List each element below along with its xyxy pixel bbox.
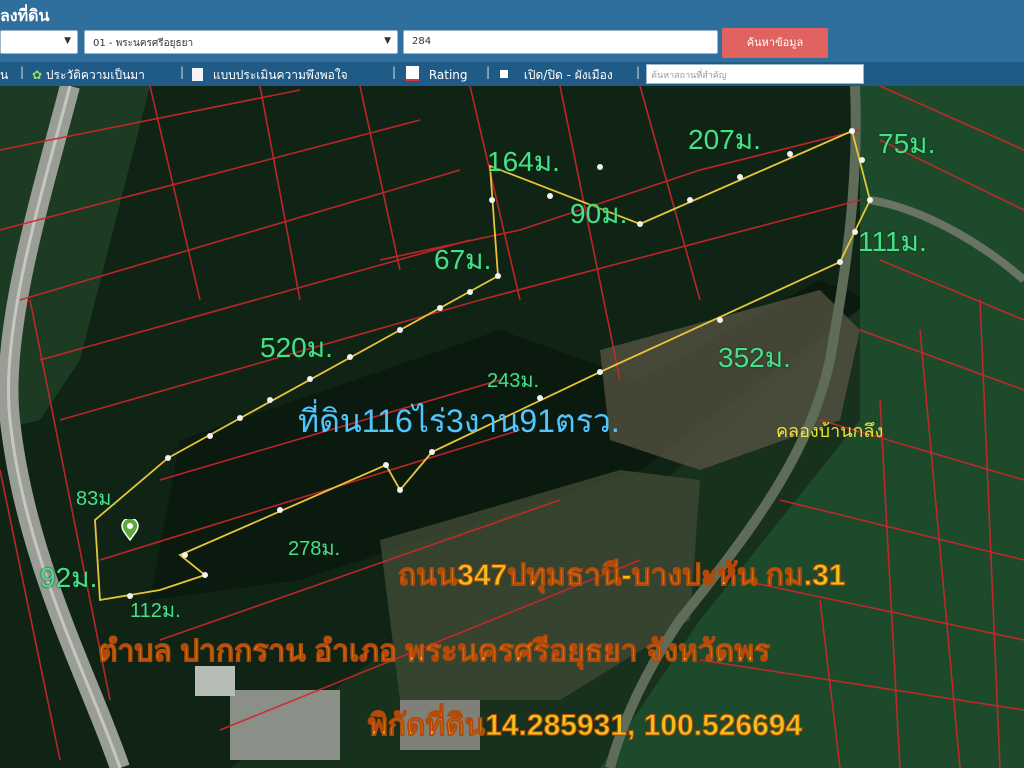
divider: |: [180, 65, 185, 79]
chart-icon: [406, 66, 419, 81]
distance-label: 278ม.: [288, 538, 341, 560]
divider: |: [486, 65, 491, 79]
app-header: ลงที่ดิน ▼ 01 - พระนครศรีอยุธยา ▼ 284 ค้…: [0, 0, 1024, 62]
location-pin-icon[interactable]: [121, 519, 139, 541]
distance-label: 352ม.: [718, 342, 791, 373]
toolbar-item-history-label: ประวัติความเป็นมา: [45, 68, 145, 82]
app-title: ลงที่ดิน: [0, 6, 50, 25]
toolbar-item-zoning-toggle[interactable]: เปิด/ปิด - ผังเมือง: [500, 66, 613, 85]
toolbar-item-rating-label: Rating: [428, 68, 468, 82]
road-label: ถนน347ปทุมธานี-บางปะหัน กม.31: [397, 559, 846, 593]
toolbar: น | ✿ ประวัติความเป็นมา | แบบประเมินความ…: [0, 62, 1024, 86]
landmark-search-placeholder: ค้นหาสถานที่สำคัญ: [651, 71, 727, 81]
chevron-down-icon: ▼: [384, 36, 391, 46]
coordinates-label: พิกัดที่ดิน14.285931, 100.526694: [367, 709, 803, 743]
canal-label: คลองบ้านกลึง: [776, 421, 884, 441]
toolbar-item-zoning-label: เปิด/ปิด - ผังเมือง: [523, 68, 613, 82]
sprout-icon: ✿: [32, 68, 43, 82]
distance-label: 243ม.: [487, 370, 540, 392]
toolbar-item-history[interactable]: ✿ ประวัติความเป็นมา: [32, 66, 145, 85]
toolbar-item-survey-label: แบบประเมินความพึงพอใจ: [212, 68, 348, 82]
distance-label: 112ม.: [130, 600, 181, 622]
distance-label: 207ม.: [688, 124, 761, 155]
province-select[interactable]: ▼: [0, 30, 78, 54]
divider: |: [636, 65, 641, 79]
parcel-number-value: 284: [412, 36, 432, 47]
divider: |: [20, 65, 25, 79]
chevron-down-icon: ▼: [64, 36, 71, 46]
parcel-number-input[interactable]: 284: [403, 30, 718, 54]
document-icon: [192, 68, 203, 81]
distance-label: 164ม.: [487, 146, 560, 177]
divider: |: [392, 65, 397, 79]
search-button[interactable]: ค้นหาข้อมูล: [722, 28, 828, 58]
amphoe-select-value: 01 - พระนครศรีอยุธยา: [93, 38, 194, 49]
distance-label: 90ม.: [570, 198, 628, 229]
amphoe-select[interactable]: 01 - พระนครศรีอยุธยา ▼: [84, 30, 398, 54]
toolbar-item-home[interactable]: น: [0, 66, 8, 85]
land-area-label: ที่ดิน116ไร่3งาน91ตรว.: [298, 403, 620, 439]
toolbar-item-survey[interactable]: แบบประเมินความพึงพอใจ: [192, 66, 348, 85]
distance-label: 92ม.: [40, 562, 98, 593]
distance-label: 67ม.: [434, 244, 492, 275]
distance-label: 520ม.: [260, 332, 333, 363]
landmark-search-input[interactable]: ค้นหาสถานที่สำคัญ: [646, 64, 864, 84]
distance-label: 111ม.: [858, 226, 927, 257]
distance-label: 83ม.: [76, 488, 117, 510]
distance-label: 75ม.: [878, 128, 936, 159]
square-icon: [500, 70, 508, 78]
location-label: ตำบล ปากกราน อำเภอ พระนครศรีอยุธยา จังหว…: [97, 635, 771, 669]
toolbar-item-rating[interactable]: Rating: [406, 66, 468, 82]
